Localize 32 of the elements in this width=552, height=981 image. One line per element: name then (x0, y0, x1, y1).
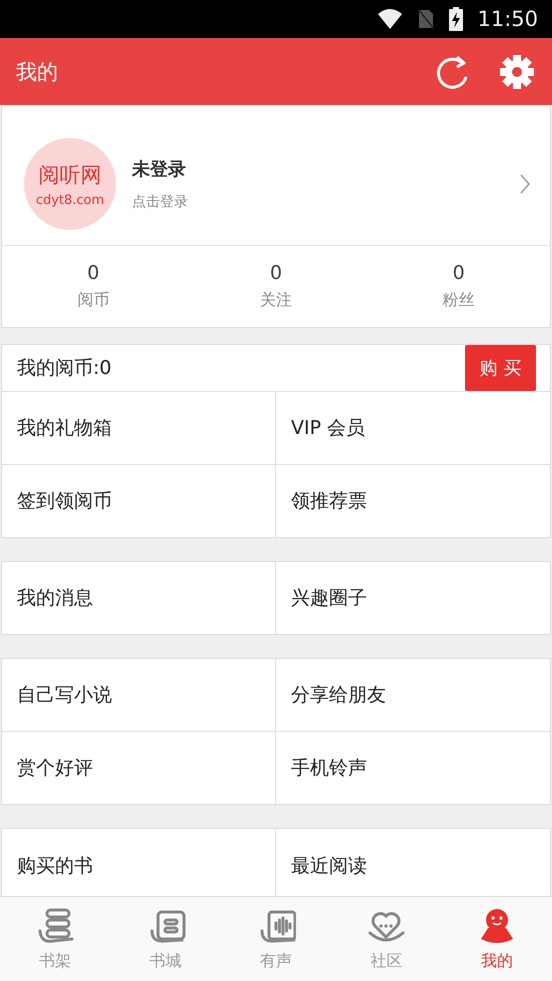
wifi-icon (377, 8, 404, 30)
avatar-logo: 阅听网 cdyt8.com (24, 138, 116, 230)
menu-item[interactable]: VIP 会员 (276, 392, 550, 465)
menu-item[interactable]: 手机铃声 (276, 732, 550, 804)
buy-button[interactable]: 购 买 (465, 345, 536, 391)
nav-tab[interactable]: 我的 (442, 897, 552, 981)
menu-item[interactable]: 兴趣圈子 (276, 562, 550, 634)
menu-item[interactable]: 最近阅读 (276, 829, 550, 896)
coin-balance: 我的阅币:0 (17, 356, 112, 381)
menu-item[interactable]: 签到领阅币 (2, 465, 276, 537)
stat-label: 阅币 (77, 290, 110, 311)
settings-icon[interactable] (500, 54, 534, 88)
login-hint: 点击登录 (132, 193, 189, 211)
user-name: 未登录 (132, 158, 187, 181)
chevron-right-icon (520, 174, 530, 194)
menu-item[interactable]: 赏个好评 (2, 732, 276, 804)
menu-item[interactable]: 领推荐票 (276, 465, 550, 537)
stat-label: 粉丝 (442, 290, 475, 311)
menu-item[interactable]: 我的消息 (2, 562, 276, 634)
battery-charging-icon (449, 7, 464, 31)
refresh-icon[interactable] (436, 54, 470, 90)
stat-value: 0 (452, 262, 465, 284)
stat-value: 0 (87, 262, 100, 284)
menu-item[interactable]: 自己写小说 (2, 659, 276, 732)
menu-item[interactable]: 分享给朋友 (276, 659, 550, 732)
profile-login-row[interactable]: 阅听网 cdyt8.com 未登录 点击登录 (2, 123, 550, 246)
menu-item[interactable]: 我的礼物箱 (2, 392, 276, 465)
page-title: 我的 (16, 58, 59, 86)
stat-label: 关注 (260, 290, 292, 311)
stat-value: 0 (270, 262, 282, 284)
no-sim-icon (417, 8, 436, 30)
clock-time: 11:50 (477, 7, 538, 31)
